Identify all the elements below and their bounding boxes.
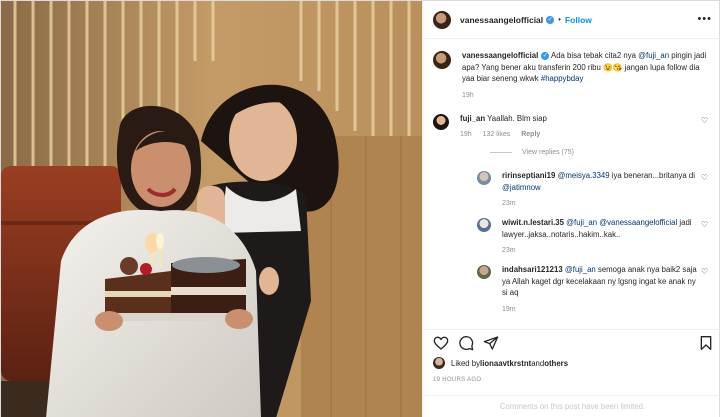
author-username[interactable]: vanessaangelofficial: [460, 15, 543, 25]
comment-reply-button[interactable]: Reply: [521, 131, 540, 138]
liked-by-row: Liked by lionaavtkrstnt and others: [433, 357, 568, 369]
caption-hashtag[interactable]: #happybday: [541, 74, 584, 83]
comments-list[interactable]: vanessaangelofficial ✓ Ada bisa tebak cit…: [423, 39, 720, 329]
reply-text: wiwit.n.lestari.35 @fuji_an @vanessaange…: [502, 217, 702, 240]
comment-icon[interactable]: [458, 335, 474, 351]
reply-row: indahsari121213 @fuji_an semoga anak nya…: [477, 264, 712, 313]
reply-like-heart-icon[interactable]: ♡: [701, 220, 708, 229]
view-replies-label[interactable]: View replies (75): [522, 149, 574, 156]
instagram-post-window: vanessaangelofficial ✓ • Follow ••• vane…: [0, 0, 720, 417]
view-replies-link[interactable]: View replies (75): [490, 149, 712, 156]
liked-by-user[interactable]: lionaavtkrstnt: [480, 359, 531, 368]
comments-limited-notice: Comments on this post have been limited.: [423, 395, 720, 417]
share-icon[interactable]: [483, 335, 499, 351]
reply-mention[interactable]: @fuji_an: [566, 218, 597, 227]
reply-time[interactable]: 23m: [502, 200, 516, 207]
comment-meta: 19h 132 likes Reply: [460, 131, 710, 138]
reply-avatar[interactable]: [477, 218, 491, 232]
reply-username[interactable]: wiwit.n.lestari.35: [502, 218, 564, 227]
comment-text: fuji_an Yaallah. Blm siap: [460, 113, 710, 125]
reply-like-heart-icon[interactable]: ♡: [701, 173, 708, 182]
caption-avatar[interactable]: [433, 51, 451, 69]
header-separator: •: [558, 15, 561, 24]
caption-time[interactable]: 19h: [462, 92, 474, 99]
caption-meta: 19h: [462, 92, 712, 99]
caption-mention[interactable]: @fuji_an: [638, 51, 669, 60]
liked-by-joiner: and: [531, 358, 545, 368]
author-avatar[interactable]: [433, 10, 451, 29]
replies-divider: [490, 152, 512, 153]
comment-row: fuji_an Yaallah. Blm siap 19h 132 likes …: [433, 113, 712, 138]
verified-badge-icon: ✓: [546, 15, 555, 24]
caption-text: vanessaangelofficial ✓ Ada bisa tebak cit…: [462, 50, 712, 85]
caption: vanessaangelofficial ✓ Ada bisa tebak cit…: [433, 50, 712, 99]
comment-like-heart-icon[interactable]: ♡: [701, 116, 708, 125]
reply-text: indahsari121213 @fuji_an semoga anak nya…: [502, 264, 702, 299]
reply-mention[interactable]: @meisya.3349: [557, 171, 609, 180]
comment-time[interactable]: 19h: [460, 131, 472, 138]
reply-like-heart-icon[interactable]: ♡: [701, 267, 708, 276]
post-sidebar: vanessaangelofficial ✓ • Follow ••• vane…: [422, 1, 720, 417]
reply-mention[interactable]: @fuji_an: [565, 265, 596, 274]
liked-by-prefix: Liked by: [451, 358, 481, 368]
action-bar: [423, 329, 720, 353]
comment-likes[interactable]: 132 likes: [483, 131, 511, 138]
reply-username[interactable]: ririnseptiani19: [502, 171, 555, 180]
post-timestamp[interactable]: 19 HOURS AGO: [433, 377, 481, 383]
post-photo-image: [1, 1, 422, 417]
reply-avatar[interactable]: [477, 265, 491, 279]
reply-meta: 23m: [502, 247, 702, 254]
reply-text: ririnseptiani19 @meisya.3349 iya beneran…: [502, 170, 702, 193]
reply-time[interactable]: 23m: [502, 247, 516, 254]
reply-row: wiwit.n.lestari.35 @fuji_an @vanessaange…: [477, 217, 712, 254]
comment-avatar[interactable]: [433, 113, 449, 130]
post-photo[interactable]: [1, 1, 422, 417]
more-options-icon[interactable]: •••: [697, 13, 712, 25]
reply-meta: 23m: [502, 200, 702, 207]
reply-mention[interactable]: @jatimnow: [502, 183, 541, 192]
heart-icon[interactable]: [433, 335, 449, 351]
caption-text-part: Ada bisa tebak cita2 nya: [549, 51, 639, 60]
reply-meta: 19m: [502, 306, 702, 313]
liker-avatar[interactable]: [433, 357, 445, 369]
reply-mention[interactable]: @vanessaangelofficial: [599, 218, 677, 227]
liked-by-others[interactable]: others: [544, 359, 568, 368]
comment-body: Yaallah. Blm siap: [485, 113, 547, 123]
reply-row: ririnseptiani19 @meisya.3349 iya beneran…: [477, 170, 712, 207]
reply-time[interactable]: 19m: [502, 306, 516, 313]
post-header: vanessaangelofficial ✓ • Follow •••: [423, 1, 720, 39]
comment-username[interactable]: fuji_an: [460, 114, 485, 123]
caption-username[interactable]: vanessaangelofficial: [462, 51, 538, 60]
reply-avatar[interactable]: [477, 171, 491, 185]
follow-button[interactable]: Follow: [565, 15, 592, 25]
reply-body: iya beneran...britanya di: [609, 171, 695, 180]
reply-username[interactable]: indahsari121213: [502, 265, 563, 274]
bookmark-icon[interactable]: [698, 335, 714, 351]
